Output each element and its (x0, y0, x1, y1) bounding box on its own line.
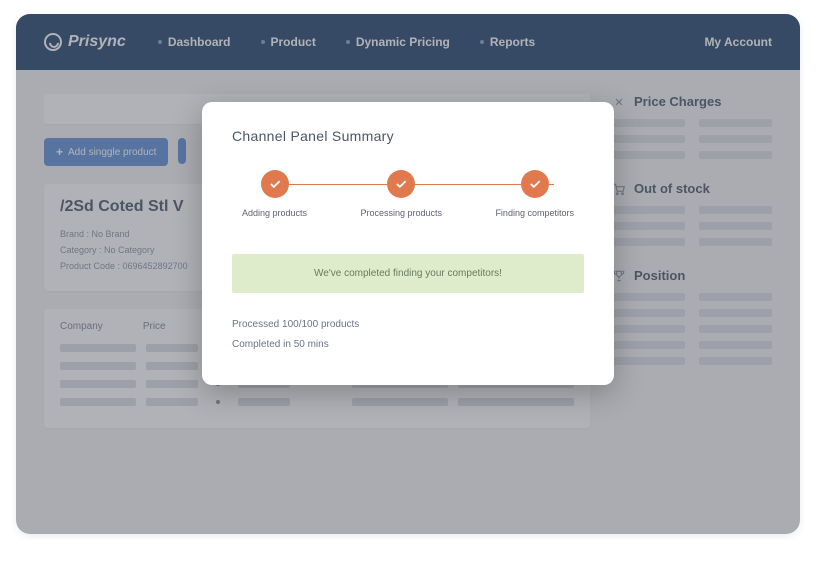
check-icon (528, 177, 542, 191)
step-processing-products: Processing products (360, 170, 442, 218)
modal-title: Channel Panel Summary (232, 128, 584, 144)
check-icon (268, 177, 282, 191)
processed-count: Processed 100/100 products (232, 315, 584, 335)
step-adding-products: Adding products (242, 170, 307, 218)
completed-time: Completed in 50 mins (232, 335, 584, 355)
summary-modal: Channel Panel Summary Adding products Pr… (202, 102, 614, 385)
modal-stats: Processed 100/100 products Completed in … (232, 315, 584, 355)
check-icon (394, 177, 408, 191)
progress-stepper: Adding products Processing products Find… (242, 170, 574, 218)
step-finding-competitors: Finding competitors (495, 170, 574, 218)
app-window: Prisync Dashboard Product Dynamic Pricin… (16, 14, 800, 534)
success-message: We've completed finding your competitors… (232, 254, 584, 293)
